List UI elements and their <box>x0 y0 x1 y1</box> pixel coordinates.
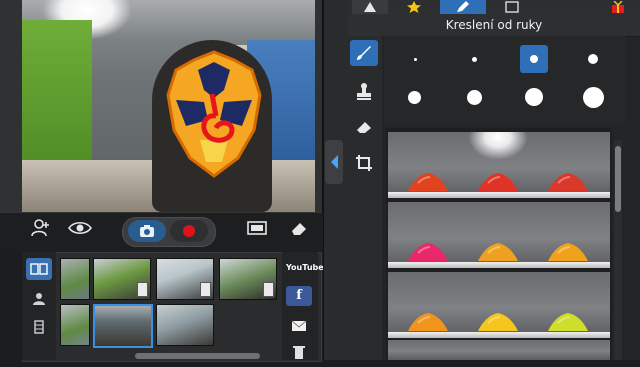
video-badge-icon <box>137 282 148 297</box>
facebook-label: f <box>296 288 302 303</box>
camera-frame <box>22 0 315 212</box>
brush-size-option[interactable] <box>530 55 538 63</box>
email-button[interactable] <box>286 316 312 336</box>
facebook-button[interactable]: f <box>286 286 312 306</box>
color-pile[interactable] <box>476 171 520 191</box>
gift-icon <box>612 0 624 13</box>
crop-icon <box>356 155 372 171</box>
pencil-icon <box>457 1 469 12</box>
add-person-icon[interactable] <box>30 219 52 239</box>
eraser-tool-button[interactable] <box>350 114 378 140</box>
trash-icon <box>293 346 305 359</box>
panel-title: Kreslení od ruky <box>445 18 543 32</box>
video-badge-icon <box>263 282 274 297</box>
brush-size-option[interactable] <box>588 54 598 64</box>
envelope-icon <box>291 320 307 331</box>
video-badge-icon <box>200 282 211 297</box>
filter-videos-button[interactable] <box>26 316 52 338</box>
gallery-thumbnail[interactable] <box>156 258 214 300</box>
collapse-handle[interactable] <box>325 140 343 184</box>
arrow-left-icon <box>331 155 338 169</box>
gallery-scrollbar[interactable] <box>135 353 260 359</box>
camera-icon <box>140 225 154 237</box>
shelf-board <box>388 262 610 268</box>
color-pile[interactable] <box>406 171 450 191</box>
color-pile[interactable] <box>546 171 590 191</box>
tab-gift[interactable] <box>600 0 636 14</box>
color-pile[interactable] <box>476 241 520 261</box>
preview-left-border <box>0 0 22 212</box>
gallery-thumbnail[interactable] <box>219 258 277 300</box>
grid-icon <box>30 263 48 275</box>
gallery-thumbnail[interactable] <box>156 304 214 346</box>
color-pile[interactable] <box>406 241 450 261</box>
delete-button[interactable] <box>286 342 312 360</box>
color-pile[interactable] <box>546 241 590 261</box>
brush-size-option[interactable] <box>467 90 482 105</box>
preview-right-border <box>315 0 322 212</box>
tab-draw[interactable] <box>440 0 486 14</box>
eye-icon[interactable] <box>68 220 92 240</box>
eraser-icon[interactable] <box>288 220 310 240</box>
gallery-thumbnail[interactable] <box>93 258 151 300</box>
record-icon <box>183 225 195 237</box>
color-pile[interactable] <box>546 311 590 331</box>
film-icon <box>34 320 44 334</box>
brush-size-option[interactable] <box>414 58 417 61</box>
youtube-label: YouTube <box>286 263 324 272</box>
tab-effects[interactable] <box>392 0 436 14</box>
wizard-hat-icon <box>364 2 376 12</box>
eraser-icon <box>357 122 371 133</box>
gallery-thumbnail[interactable] <box>60 258 90 300</box>
camera-preview <box>0 0 323 212</box>
brush-size-option[interactable] <box>525 88 543 106</box>
mask-overlay <box>166 50 262 178</box>
filter-photos-button[interactable] <box>26 288 52 310</box>
brush-icon <box>357 46 371 60</box>
shelf-board <box>388 332 610 338</box>
filter-all-button[interactable] <box>26 258 52 280</box>
photo-mode-button[interactable] <box>128 220 166 242</box>
youtube-button[interactable]: YouTube <box>286 258 324 278</box>
color-scrollbar-thumb[interactable] <box>615 146 621 212</box>
shelf-board <box>388 192 610 198</box>
color-pile[interactable] <box>406 311 450 331</box>
color-pile[interactable] <box>476 311 520 331</box>
record-button[interactable] <box>170 220 208 242</box>
shelf <box>388 340 610 360</box>
brush-size-option[interactable] <box>583 87 604 108</box>
tab-accessories[interactable] <box>352 0 388 14</box>
gallery-thumbnail-selected[interactable] <box>93 304 153 348</box>
brush-size-option[interactable] <box>408 91 421 104</box>
screen-icon[interactable] <box>246 220 268 240</box>
green-wall <box>22 20 92 180</box>
brush-tool-button[interactable] <box>350 40 378 66</box>
brush-size-option[interactable] <box>472 57 477 62</box>
stamp-icon <box>357 83 371 100</box>
frame-icon <box>505 1 519 13</box>
stamp-tool-button[interactable] <box>350 78 378 104</box>
star-icon <box>407 1 421 13</box>
brush-size-picker <box>384 36 626 124</box>
tab-frames[interactable] <box>490 0 534 14</box>
gallery-thumbnail[interactable] <box>60 304 90 346</box>
crop-tool-button[interactable] <box>350 150 378 176</box>
person-icon <box>33 293 45 305</box>
